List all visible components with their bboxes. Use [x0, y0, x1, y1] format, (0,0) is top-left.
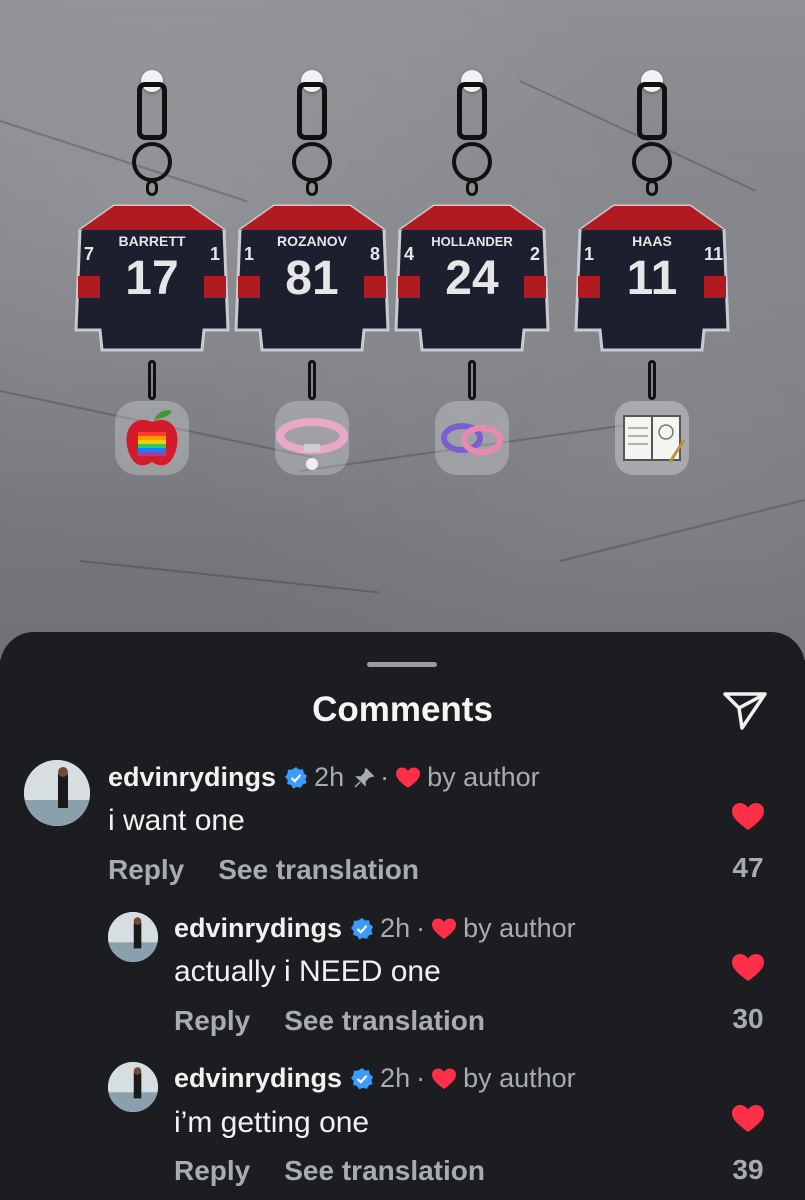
verified-badge-icon	[351, 917, 374, 939]
comment-meta: edvinrydings 2h · by author	[174, 1063, 576, 1094]
jersey-number: 17	[125, 252, 178, 305]
verified-badge-icon	[351, 1067, 374, 1089]
comment-actions: Reply See translation	[174, 1155, 485, 1187]
drag-handle[interactable]	[367, 662, 437, 667]
see-translation-button[interactable]: See translation	[218, 854, 419, 885]
post-photo: BARRETT 17 7 1 ROZANOV 81 1 8 HOLLANDER …	[0, 0, 805, 660]
jersey: HAAS 11 1 11	[574, 200, 730, 360]
liked-by-author: by author	[463, 1063, 576, 1093]
comment-meta: edvinrydings 2h · by author	[108, 762, 540, 793]
keychain-barrett: BARRETT 17 7 1	[72, 60, 232, 480]
jersey: ROZANOV 81 1 8	[234, 200, 390, 360]
see-translation-button[interactable]: See translation	[284, 1155, 485, 1186]
comment-meta: edvinrydings 2h · by author	[174, 913, 576, 944]
send-icon	[723, 692, 767, 730]
heart-filled-icon	[732, 803, 764, 830]
comments-sheet: Comments edvinrydings 2h · by author i w…	[0, 632, 805, 1200]
like-button[interactable]: 39	[728, 1104, 768, 1186]
sleeve-number-left: 1	[244, 244, 254, 264]
sleeve-number-left: 4	[404, 244, 414, 264]
jersey-number: 24	[445, 252, 499, 305]
sleeve-number-right: 8	[370, 244, 380, 264]
author-heart-icon	[432, 918, 457, 939]
username[interactable]: edvinrydings	[108, 762, 276, 793]
jersey-name: HAAS	[632, 233, 672, 249]
reply-button[interactable]: Reply	[108, 854, 184, 885]
keychain-haas: HAAS 11 1 11	[572, 60, 732, 480]
rings-charm	[434, 400, 510, 476]
sheet-title: Comments	[312, 690, 493, 729]
comment-actions: Reply See translation	[174, 1005, 485, 1037]
comment-text: actually i NEED one	[174, 955, 441, 988]
like-count: 30	[732, 1003, 764, 1034]
like-button[interactable]: 47	[728, 802, 768, 884]
heart-filled-icon	[732, 1105, 764, 1132]
keychain-hollander: HOLLANDER 24 4 2	[392, 60, 552, 480]
reply-button[interactable]: Reply	[174, 1155, 250, 1186]
sleeve-number-right: 11	[704, 244, 723, 264]
jersey-name: BARRETT	[119, 233, 186, 249]
liked-by-author: by author	[427, 762, 540, 792]
jersey: HOLLANDER 24 4 2	[394, 200, 550, 360]
sleeve-number-right: 2	[530, 244, 540, 264]
meta-separator: ·	[416, 913, 426, 943]
comment-time: 2h	[380, 913, 411, 943]
jersey-name: ROZANOV	[277, 233, 348, 249]
pin-icon	[354, 767, 375, 788]
jersey-number: 81	[285, 252, 338, 305]
jersey-number: 11	[627, 252, 678, 305]
jersey: BARRETT 17 7 1	[74, 200, 230, 360]
comment-time: 2h	[380, 1063, 411, 1093]
verified-badge-icon	[285, 766, 308, 788]
like-count: 39	[732, 1154, 764, 1185]
reply-button[interactable]: Reply	[174, 1005, 250, 1036]
comment-text: i want one	[108, 804, 245, 837]
liked-by-author: by author	[463, 913, 576, 943]
heart-filled-icon	[732, 954, 764, 981]
keychain-rozanov: ROZANOV 81 1 8	[232, 60, 392, 480]
sleeve-number-right: 1	[210, 244, 220, 264]
comment-text: i’m getting one	[174, 1106, 370, 1139]
author-heart-icon	[396, 767, 421, 788]
meta-separator: ·	[380, 762, 390, 792]
notebook-charm	[614, 400, 690, 476]
send-button[interactable]	[720, 688, 770, 734]
avatar[interactable]	[108, 1062, 158, 1112]
avatar[interactable]	[108, 912, 158, 962]
sleeve-number-left: 7	[84, 244, 94, 264]
collar-charm	[274, 400, 350, 476]
meta-separator: ·	[416, 1063, 426, 1093]
like-button[interactable]: 30	[728, 953, 768, 1035]
comment-actions: Reply See translation	[108, 854, 419, 886]
comment-time: 2h	[314, 762, 345, 792]
apple-charm	[114, 400, 190, 476]
username[interactable]: edvinrydings	[174, 913, 342, 944]
see-translation-button[interactable]: See translation	[284, 1005, 485, 1036]
sleeve-number-left: 1	[584, 244, 594, 264]
jersey-name: HOLLANDER	[431, 234, 513, 249]
avatar[interactable]	[24, 760, 90, 826]
username[interactable]: edvinrydings	[174, 1063, 342, 1094]
like-count: 47	[732, 852, 764, 883]
author-heart-icon	[432, 1068, 457, 1089]
